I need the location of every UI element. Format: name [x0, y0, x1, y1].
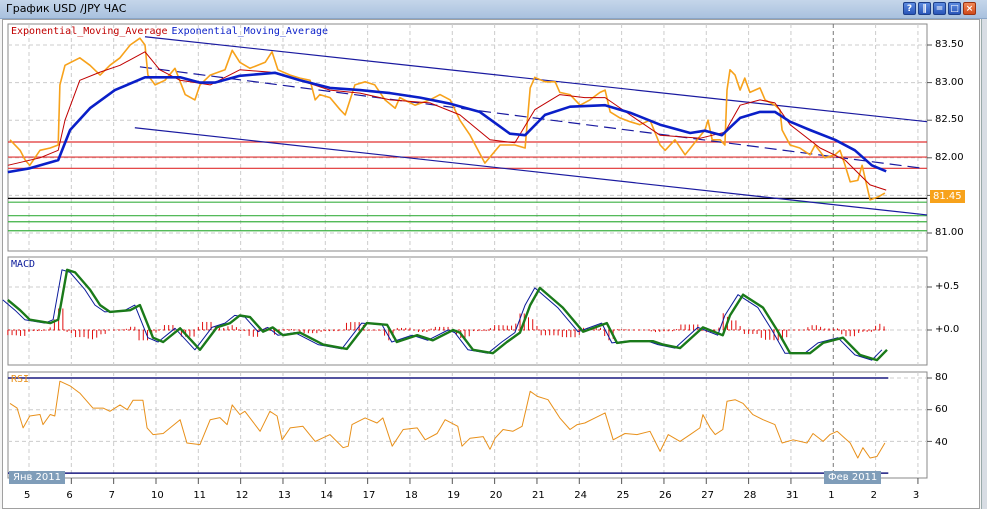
x-tick-label: 11 — [193, 490, 207, 501]
macd-panel-title: MACD — [11, 259, 36, 270]
x-tick-label: 1 — [828, 490, 835, 501]
x-tick-label: 31 — [785, 490, 799, 501]
x-tick-label: 6 — [66, 490, 73, 501]
rsi-tick-label: 60 — [935, 404, 948, 415]
month-label-jan: Янв 2011 — [9, 471, 66, 484]
rsi-tick-label: 80 — [935, 372, 948, 383]
price-tick-label: 83.00 — [935, 77, 964, 88]
x-tick-label: 17 — [362, 490, 376, 501]
x-tick-label: 28 — [743, 490, 757, 501]
macd-tick-label: +0.5 — [935, 281, 960, 292]
month-label-feb: Фев 2011 — [824, 471, 882, 484]
rsi-panel-title: RSI — [11, 374, 30, 385]
x-tick-label: 19 — [447, 490, 461, 501]
x-tick-label: 3 — [912, 490, 920, 501]
legend-ema-slow: Exponential_Moving_Average — [171, 26, 329, 37]
macd-tick-label: +0.0 — [935, 324, 960, 335]
price-tick-label: 81.00 — [935, 227, 964, 238]
legend: Exponential_Moving_Average Exponential_Mo… — [11, 26, 328, 37]
x-tick-label: 12 — [235, 490, 249, 501]
x-tick-label: 25 — [616, 490, 630, 501]
last-price-tag: 81.45 — [930, 190, 965, 203]
x-tick-label: 10 — [150, 490, 164, 501]
rsi-tick-label: 40 — [935, 437, 948, 448]
x-tick-label: 13 — [277, 490, 291, 501]
x-tick-label: 20 — [489, 490, 503, 501]
x-tick-label: 2 — [870, 490, 877, 501]
chart-canvas[interactable] — [0, 0, 987, 509]
x-tick-label: 5 — [24, 490, 31, 501]
legend-ema-fast: Exponential_Moving_Average — [11, 26, 168, 37]
x-tick-label: 27 — [701, 490, 714, 501]
x-tick-label: 7 — [108, 490, 116, 501]
rsi-panel — [7, 371, 928, 479]
price-tick-label: 82.50 — [935, 114, 964, 125]
price-tick-label: 82.00 — [935, 152, 964, 163]
x-tick-label: 18 — [404, 490, 418, 501]
x-tick-label: 24 — [574, 490, 588, 501]
x-tick-label: 21 — [531, 490, 545, 501]
x-tick-label: 14 — [320, 490, 334, 501]
x-tick-label: 26 — [658, 490, 672, 501]
price-tick-label: 83.50 — [935, 39, 964, 50]
